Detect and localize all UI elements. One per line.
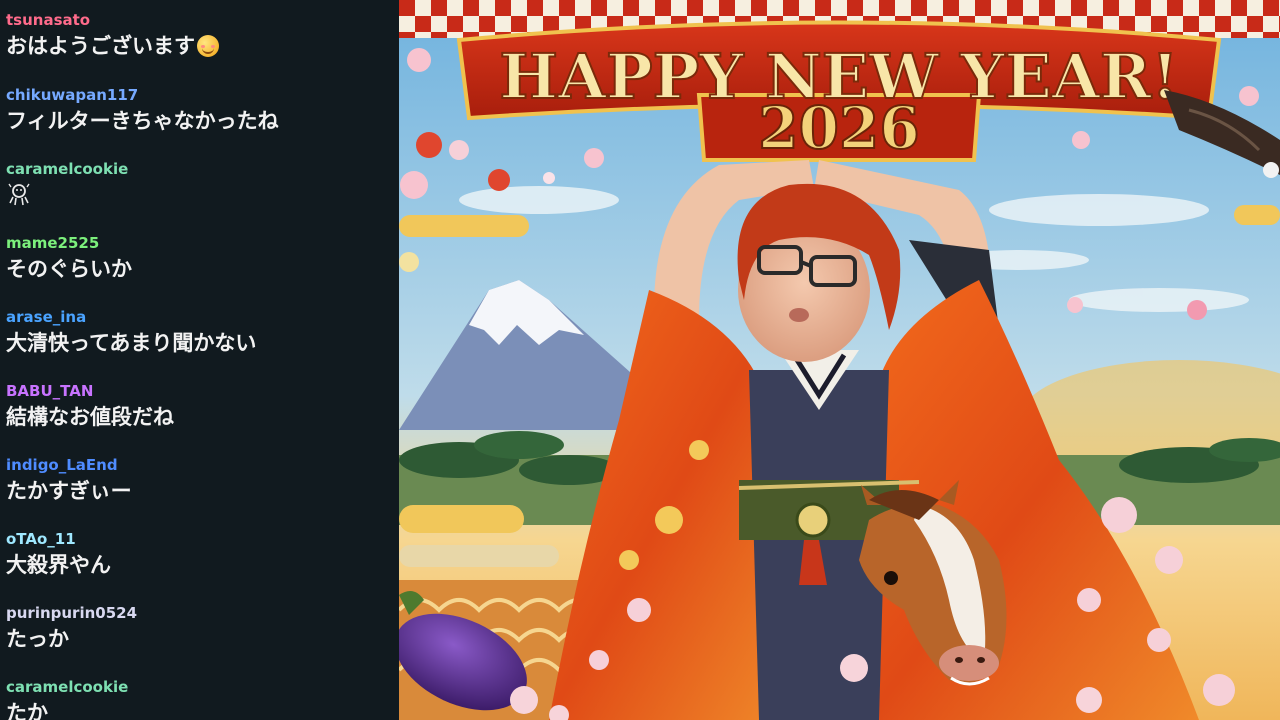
chat-message: caramelcookie たか: [6, 678, 394, 720]
chat-username[interactable]: mame2525: [6, 234, 394, 252]
chat-text: たっか: [6, 627, 69, 651]
chat-message: mame2525 そのぐらいか: [6, 234, 394, 282]
chat-username[interactable]: chikuwapan117: [6, 86, 394, 104]
chat-text: おはようございます: [6, 33, 394, 59]
chat-message: chikuwapan117 フィルターきちゃなかったね: [6, 86, 394, 134]
new-year-illustration: HAPPY NEW YEAR! 2026: [399, 0, 1280, 720]
chat-text: フィルターきちゃなかったね: [6, 109, 279, 133]
chat-text: そのぐらいか: [6, 257, 132, 281]
chat-message: tsunasato おはようございます: [6, 11, 394, 59]
stream-video[interactable]: HAPPY NEW YEAR! 2026: [399, 0, 1280, 720]
chat-message: purinpurin0524 たっか: [6, 604, 394, 652]
chat-username[interactable]: indigo_LaEnd: [6, 456, 394, 474]
chat-text: たかすぎぃー: [6, 479, 132, 503]
chat-text: 結構なお値段だね: [6, 405, 174, 429]
chat-username[interactable]: caramelcookie: [6, 678, 394, 696]
chat-username[interactable]: arase_ina: [6, 308, 394, 326]
smile-emoji-icon: [197, 35, 219, 57]
chat-username[interactable]: purinpurin0524: [6, 604, 394, 622]
chat-username[interactable]: tsunasato: [6, 11, 394, 29]
chat-text: 大清快ってあまり聞かない: [6, 331, 257, 355]
chat-panel: tsunasato おはようございます chikuwapan117 フィルターき…: [0, 0, 399, 720]
chat-message: caramelcookie: [6, 160, 394, 207]
banner-year: 2026: [758, 94, 919, 162]
chat-text: たか: [6, 701, 48, 720]
chat-message: arase_ina 大清快ってあまり聞かない: [6, 308, 394, 356]
chat-message: indigo_LaEnd たかすぎぃー: [6, 456, 394, 504]
chat-username[interactable]: caramelcookie: [6, 160, 394, 178]
chat-text: 大殺界やん: [6, 553, 111, 577]
chat-message: oTAo_11 大殺界やん: [6, 530, 394, 578]
chat-username[interactable]: oTAo_11: [6, 530, 394, 548]
stamp-character-icon: [8, 183, 30, 206]
chat-username[interactable]: BABU_TAN: [6, 382, 394, 400]
chat-text-content: おはようございます: [6, 34, 195, 58]
chat-message: BABU_TAN 結構なお値段だね: [6, 382, 394, 430]
